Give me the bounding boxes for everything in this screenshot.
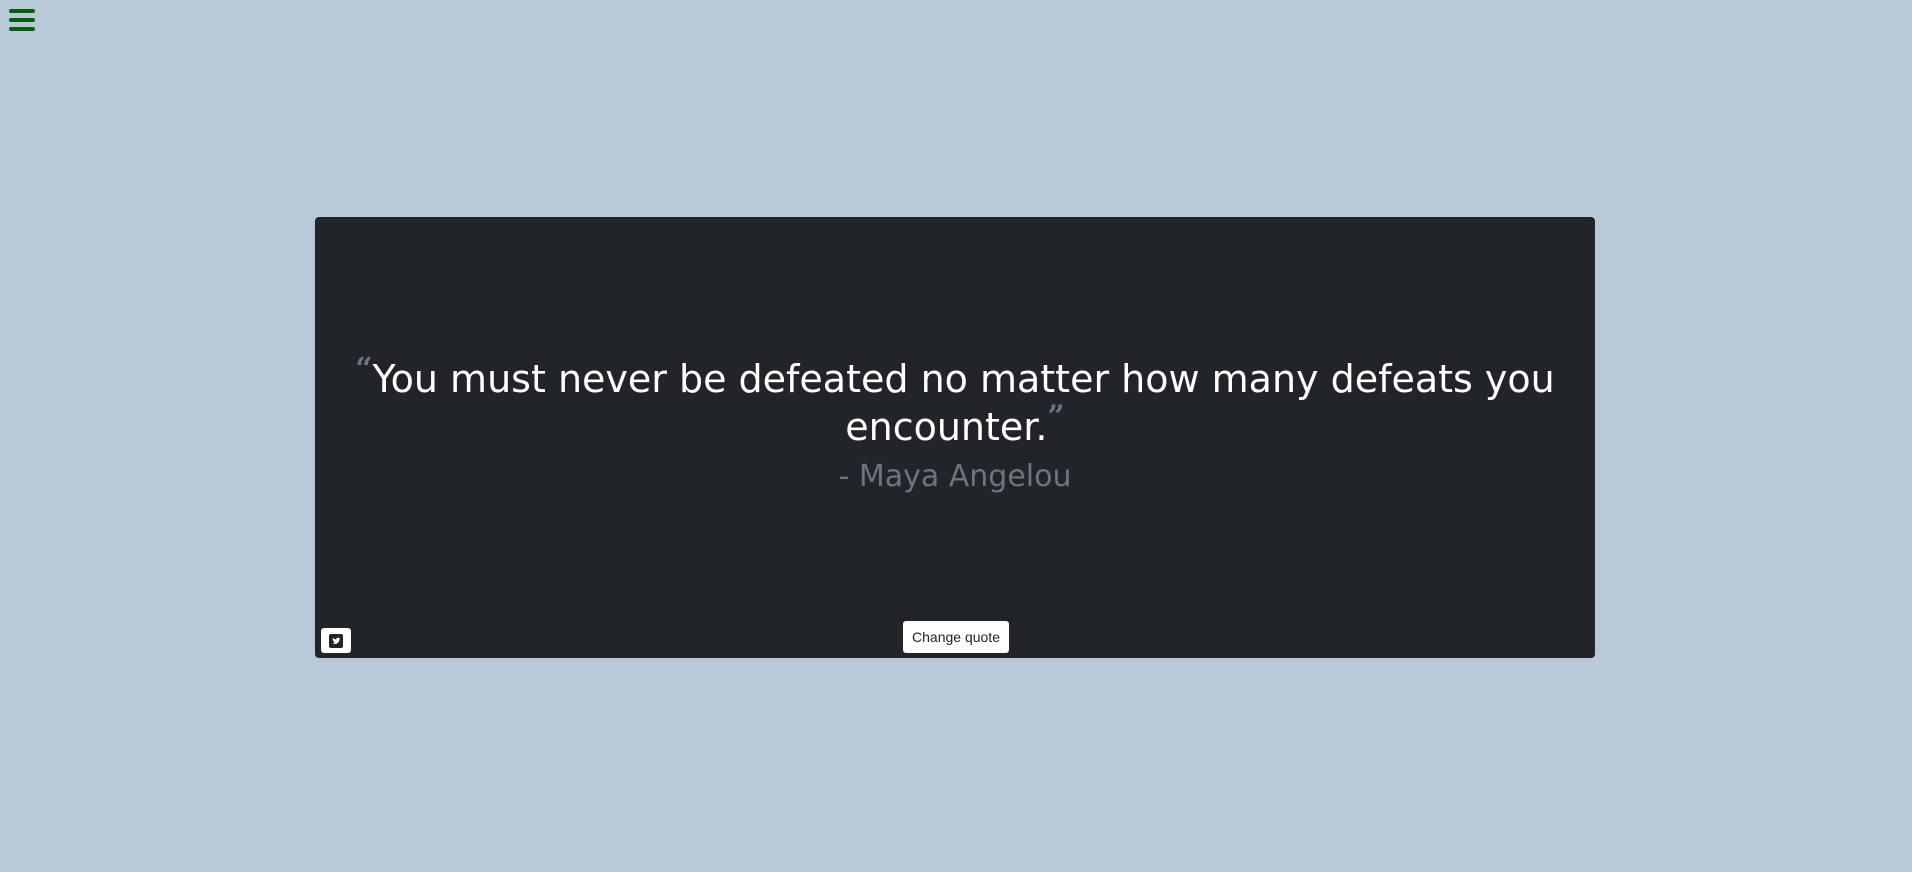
- menu-button[interactable]: [8, 6, 36, 34]
- quote-author: - Maya Angelou: [838, 459, 1072, 494]
- close-quote-icon: ”: [1047, 399, 1065, 435]
- quote-card: “You must never be defeated no matter ho…: [315, 217, 1595, 658]
- change-quote-button[interactable]: Change quote: [903, 621, 1009, 653]
- tweet-button[interactable]: [321, 628, 351, 653]
- hamburger-menu-icon: [9, 9, 35, 31]
- quote-text: You must never be defeated no matter how…: [372, 357, 1555, 449]
- twitter-icon: [329, 633, 343, 648]
- quote-block: “You must never be defeated no matter ho…: [355, 354, 1555, 497]
- quote-text-line: “You must never be defeated no matter ho…: [355, 354, 1555, 451]
- open-quote-icon: “: [355, 351, 373, 387]
